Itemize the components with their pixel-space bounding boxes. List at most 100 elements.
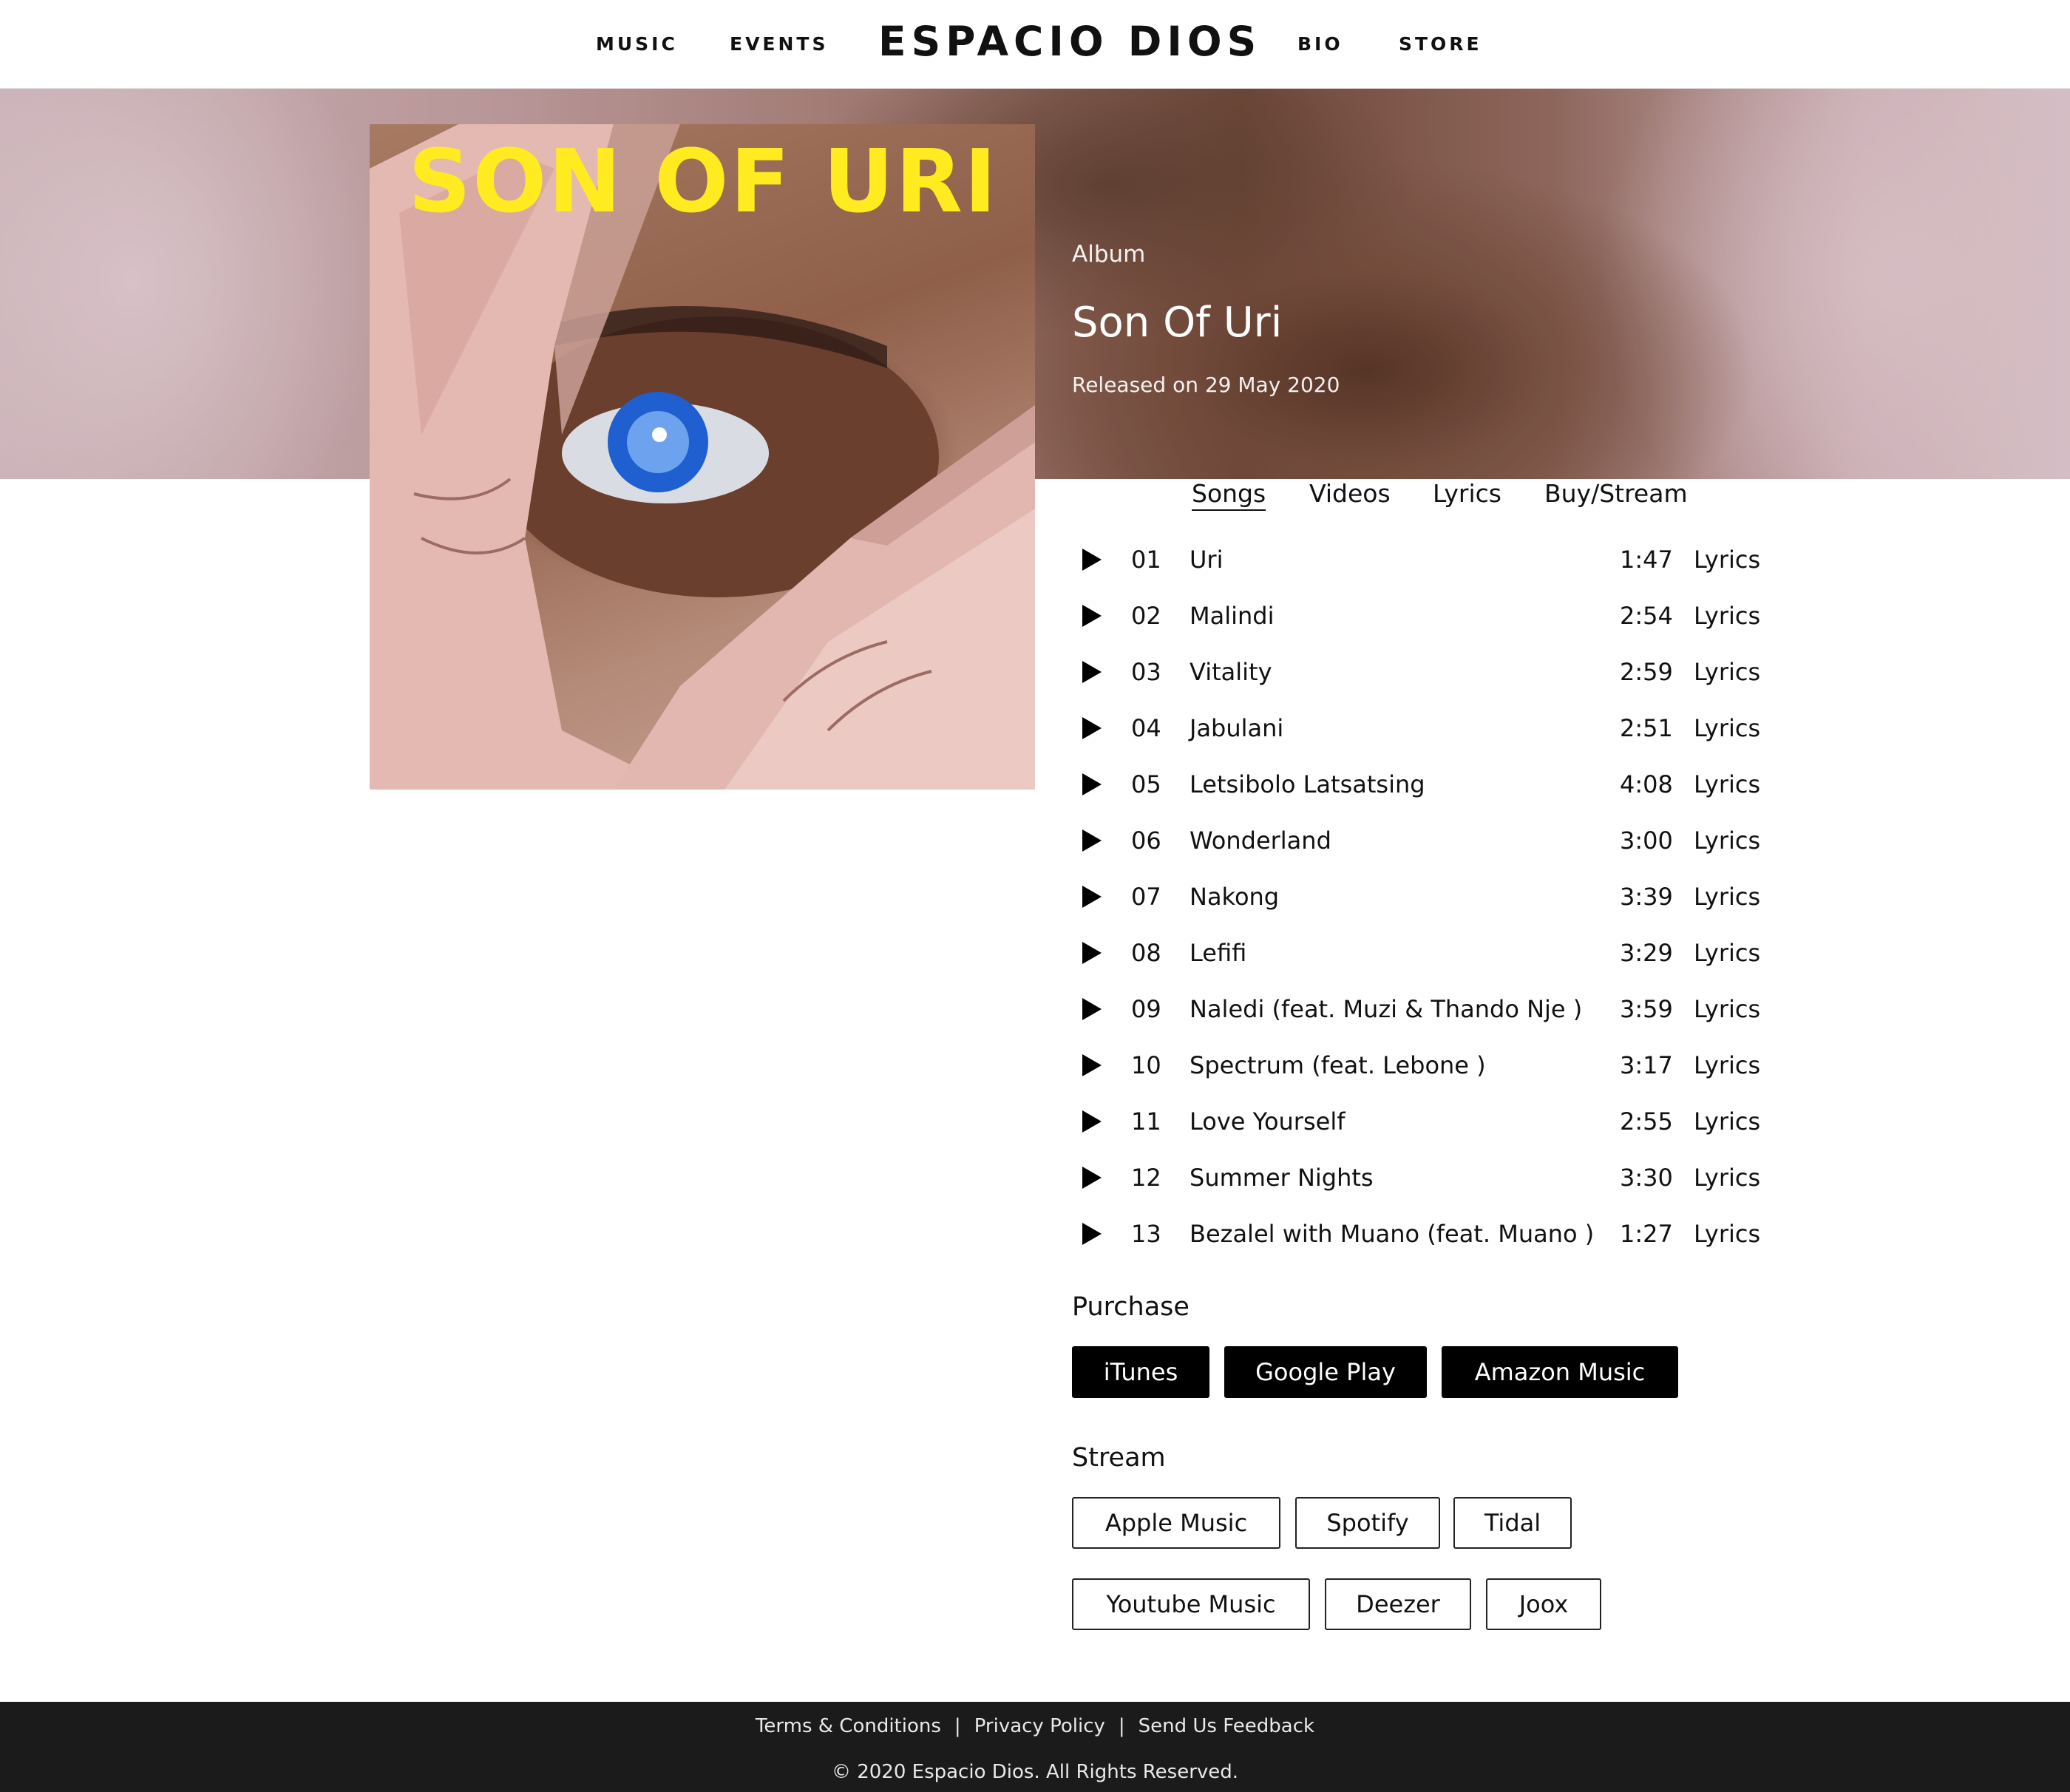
track-number: 04: [1131, 714, 1161, 742]
track-lyrics-link[interactable]: Lyrics: [1694, 1051, 1760, 1079]
track-lyrics-link[interactable]: Lyrics: [1694, 1220, 1760, 1248]
nav-bio[interactable]: BIO: [1297, 33, 1343, 55]
track-lyrics-link[interactable]: Lyrics: [1694, 883, 1760, 911]
stream-deezer-button[interactable]: Deezer: [1325, 1578, 1471, 1630]
track-duration: 3:39: [1620, 883, 1673, 911]
track-title[interactable]: Jabulani: [1190, 714, 1283, 742]
track-duration: 2:54: [1620, 602, 1673, 630]
track-lyrics-link[interactable]: Lyrics: [1694, 995, 1760, 1023]
stream-tidal-button[interactable]: Tidal: [1453, 1497, 1572, 1549]
play-icon[interactable]: [1082, 1167, 1102, 1189]
nav-events[interactable]: EVENTS: [730, 33, 829, 55]
tab-buy-stream[interactable]: Buy/Stream: [1544, 479, 1688, 508]
footer-links: Terms & Conditions | Privacy Policy | Send U…: [0, 1715, 2070, 1737]
play-icon[interactable]: [1082, 886, 1102, 908]
stream-joox-button[interactable]: Joox: [1486, 1578, 1601, 1630]
stream-youtube-music-button[interactable]: Youtube Music: [1072, 1578, 1310, 1630]
play-icon[interactable]: [1082, 998, 1102, 1020]
play-icon[interactable]: [1082, 1110, 1102, 1133]
track-title[interactable]: Summer Nights: [1190, 1164, 1374, 1192]
play-icon[interactable]: [1082, 661, 1102, 683]
track-title[interactable]: Lefifi: [1190, 939, 1246, 967]
track-number: 08: [1131, 939, 1161, 967]
track-row[interactable]: 08 Lefifi 3:29 Lyrics: [1072, 939, 1782, 998]
album-kind: Album: [1072, 241, 1146, 268]
cover-title-text: SON OF URI: [408, 130, 998, 232]
track-lyrics-link[interactable]: Lyrics: [1694, 1164, 1760, 1192]
footer-separator: |: [1118, 1715, 1125, 1737]
play-icon[interactable]: [1082, 942, 1102, 964]
footer-copyright: © 2020 Espacio Dios. All Rights Reserved…: [831, 1761, 1239, 1783]
play-icon[interactable]: [1082, 717, 1102, 739]
play-icon[interactable]: [1082, 773, 1102, 795]
track-row[interactable]: 04 Jabulani 2:51 Lyrics: [1072, 714, 1782, 773]
track-lyrics-link[interactable]: Lyrics: [1694, 1107, 1760, 1136]
track-title[interactable]: Spectrum (feat. Lebone ): [1190, 1051, 1486, 1079]
track-title[interactable]: Bezalel with Muano (feat. Muano ): [1190, 1220, 1594, 1248]
track-title[interactable]: Naledi (feat. Muzi & Thando Nje ): [1190, 995, 1582, 1023]
track-duration: 2:55: [1620, 1107, 1673, 1136]
stream-spotify-button[interactable]: Spotify: [1295, 1497, 1440, 1549]
track-number: 13: [1131, 1220, 1161, 1248]
track-row[interactable]: 03 Vitality 2:59 Lyrics: [1072, 658, 1782, 717]
track-row[interactable]: 01 Uri 1:47 Lyrics: [1072, 546, 1782, 605]
track-number: 05: [1131, 770, 1161, 798]
track-lyrics-link[interactable]: Lyrics: [1694, 602, 1760, 630]
nav-music[interactable]: MUSIC: [596, 33, 678, 55]
tab-lyrics[interactable]: Lyrics: [1433, 479, 1501, 508]
track-title[interactable]: Love Yourself: [1190, 1107, 1345, 1136]
track-number: 06: [1131, 827, 1161, 855]
play-icon[interactable]: [1082, 829, 1102, 852]
track-lyrics-link[interactable]: Lyrics: [1694, 827, 1760, 855]
track-lyrics-link[interactable]: Lyrics: [1694, 939, 1760, 967]
track-duration: 3:30: [1620, 1164, 1673, 1192]
footer-separator: |: [954, 1715, 961, 1737]
purchase-heading: Purchase: [1072, 1292, 1190, 1322]
track-duration: 1:47: [1620, 546, 1673, 574]
track-row[interactable]: 07 Nakong 3:39 Lyrics: [1072, 883, 1782, 942]
track-title[interactable]: Malindi: [1190, 602, 1274, 630]
album-title: Son Of Uri: [1072, 299, 1283, 347]
album-cover: SON OF URI: [370, 124, 1035, 790]
nav-store[interactable]: STORE: [1399, 33, 1482, 55]
track-lyrics-link[interactable]: Lyrics: [1694, 546, 1760, 574]
track-duration: 2:59: [1620, 658, 1673, 686]
track-lyrics-link[interactable]: Lyrics: [1694, 714, 1760, 742]
track-title[interactable]: Uri: [1190, 546, 1223, 574]
play-icon[interactable]: [1082, 1223, 1102, 1245]
track-duration: 3:29: [1620, 939, 1673, 967]
tab-songs[interactable]: Songs: [1192, 479, 1266, 511]
track-title[interactable]: Nakong: [1190, 883, 1279, 911]
footer-terms-link[interactable]: Terms & Conditions: [756, 1715, 941, 1737]
track-row[interactable]: 12 Summer Nights 3:30 Lyrics: [1072, 1164, 1782, 1223]
track-duration: 2:51: [1620, 714, 1673, 742]
brand-logo[interactable]: ESPACIO DIOS: [878, 18, 1261, 65]
track-row[interactable]: 11 Love Yourself 2:55 Lyrics: [1072, 1107, 1782, 1167]
track-number: 07: [1131, 883, 1161, 911]
track-row[interactable]: 10 Spectrum (feat. Lebone ) 3:17 Lyrics: [1072, 1051, 1782, 1110]
footer-feedback-link[interactable]: Send Us Feedback: [1138, 1715, 1314, 1737]
hero-overlay: [0, 89, 2070, 479]
track-row[interactable]: 13 Bezalel with Muano (feat. Muano ) 1:27 L…: [1072, 1220, 1782, 1279]
track-row[interactable]: 06 Wonderland 3:00 Lyrics: [1072, 827, 1782, 886]
purchase-google-play-button[interactable]: Google Play: [1224, 1346, 1427, 1398]
play-icon[interactable]: [1082, 549, 1102, 571]
track-row[interactable]: 02 Malindi 2:54 Lyrics: [1072, 602, 1782, 661]
purchase-itunes-button[interactable]: iTunes: [1072, 1346, 1209, 1398]
track-number: 02: [1131, 602, 1161, 630]
track-title[interactable]: Letsibolo Latsatsing: [1190, 770, 1425, 798]
purchase-amazon-music-button[interactable]: Amazon Music: [1442, 1346, 1678, 1398]
track-lyrics-link[interactable]: Lyrics: [1694, 770, 1760, 798]
play-icon[interactable]: [1082, 1054, 1102, 1076]
track-row[interactable]: 05 Letsibolo Latsatsing 4:08 Lyrics: [1072, 770, 1782, 829]
footer-privacy-link[interactable]: Privacy Policy: [974, 1715, 1105, 1737]
play-icon[interactable]: [1082, 605, 1102, 627]
tab-videos[interactable]: Videos: [1309, 479, 1391, 508]
stream-apple-music-button[interactable]: Apple Music: [1072, 1497, 1280, 1549]
track-row[interactable]: 09 Naledi (feat. Muzi & Thando Nje ) 3:59 L…: [1072, 995, 1782, 1054]
track-title[interactable]: Wonderland: [1190, 827, 1331, 855]
track-lyrics-link[interactable]: Lyrics: [1694, 658, 1760, 686]
track-title[interactable]: Vitality: [1190, 658, 1272, 686]
track-number: 11: [1131, 1107, 1161, 1136]
album-hero: Album Son Of Uri Released on 29 May 2020: [0, 89, 2070, 479]
